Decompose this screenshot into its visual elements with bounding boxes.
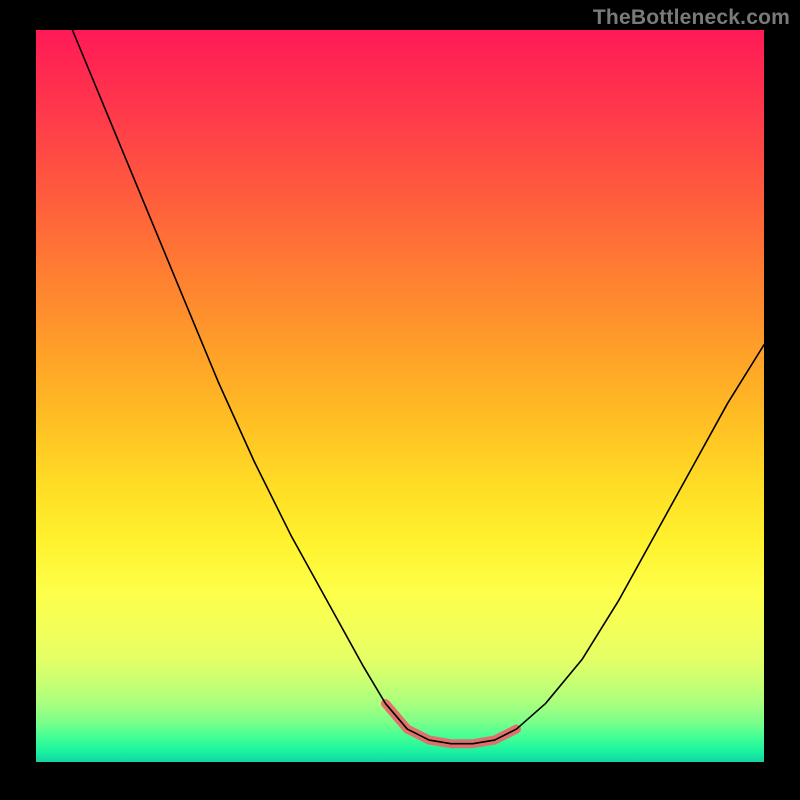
- curve-layer: [36, 30, 764, 762]
- trough-highlight: [385, 703, 516, 743]
- bottleneck-curve: [72, 30, 764, 744]
- chart-frame: TheBottleneck.com: [0, 0, 800, 800]
- plot-area: [36, 30, 764, 762]
- watermark-text: TheBottleneck.com: [593, 6, 790, 30]
